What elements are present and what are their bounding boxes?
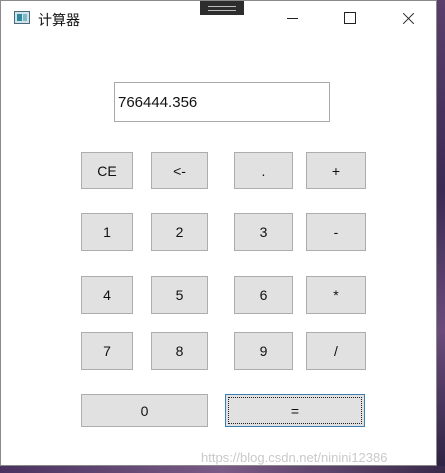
desktop-background-bottom bbox=[0, 466, 445, 473]
snap-layout-handle[interactable] bbox=[200, 1, 244, 15]
digit-9-button[interactable]: 9 bbox=[234, 332, 293, 370]
calculator-window: 计算器 CE <- . + 1 2 3 - 4 5 6 * 7 8 9 / 0 … bbox=[0, 0, 437, 466]
backspace-button[interactable]: <- bbox=[151, 152, 208, 189]
digit-6-button[interactable]: 6 bbox=[234, 276, 293, 314]
digit-7-button[interactable]: 7 bbox=[81, 332, 133, 370]
digit-1-button[interactable]: 1 bbox=[81, 213, 133, 251]
desktop-background bbox=[437, 0, 445, 473]
digit-8-button[interactable]: 8 bbox=[151, 332, 208, 370]
close-button[interactable] bbox=[385, 1, 431, 35]
digit-5-button[interactable]: 5 bbox=[151, 276, 208, 314]
digit-3-button[interactable]: 3 bbox=[234, 213, 293, 251]
maximize-button[interactable] bbox=[327, 1, 373, 35]
subtract-button[interactable]: - bbox=[306, 213, 366, 251]
display-field[interactable] bbox=[114, 82, 330, 122]
minimize-button[interactable] bbox=[269, 1, 315, 35]
digit-4-button[interactable]: 4 bbox=[81, 276, 133, 314]
window-title: 计算器 bbox=[38, 12, 80, 28]
calculator-app-icon bbox=[14, 11, 30, 24]
divide-button[interactable]: / bbox=[306, 332, 366, 370]
digit-0-button[interactable]: 0 bbox=[81, 394, 208, 427]
equals-button[interactable]: = bbox=[225, 394, 365, 427]
clear-entry-button[interactable]: CE bbox=[81, 152, 133, 189]
title-bar[interactable]: 计算器 bbox=[1, 1, 436, 35]
multiply-button[interactable]: * bbox=[306, 276, 366, 314]
watermark-text: https://blog.csdn.net/ninini12386 bbox=[201, 450, 388, 465]
decimal-point-button[interactable]: . bbox=[234, 152, 293, 189]
add-button[interactable]: + bbox=[306, 152, 366, 189]
digit-2-button[interactable]: 2 bbox=[151, 213, 208, 251]
